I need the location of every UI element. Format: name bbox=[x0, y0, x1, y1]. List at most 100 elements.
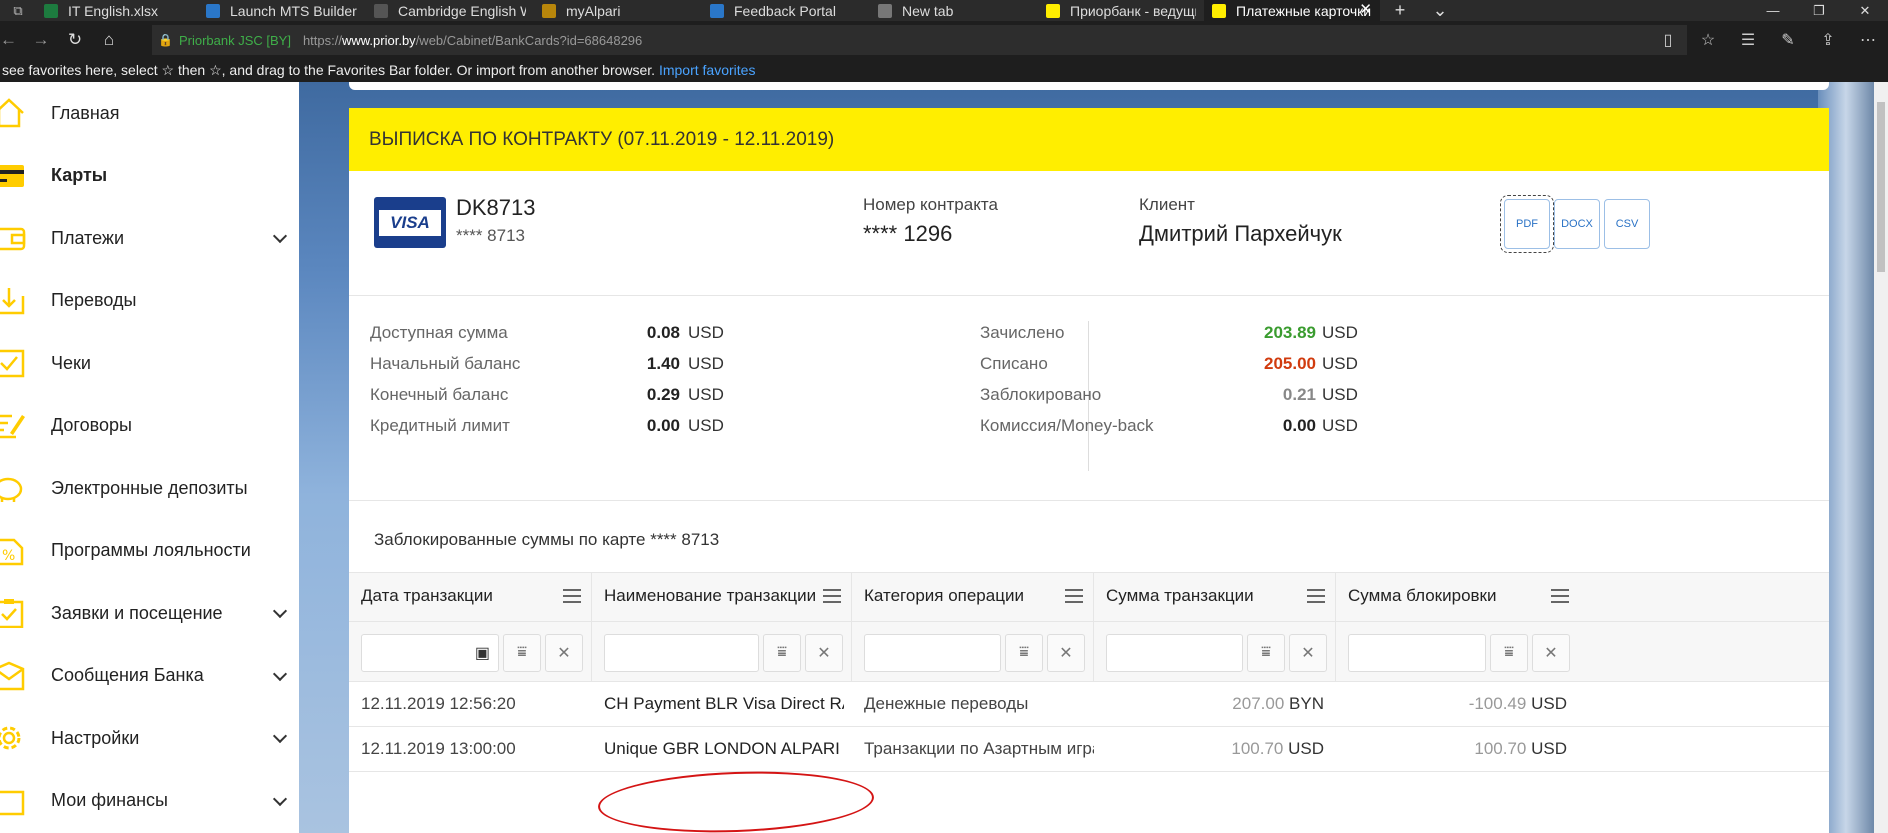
new-tab-icon[interactable]: + bbox=[1380, 0, 1420, 21]
sidebar-item-deposits[interactable]: Электронные депозиты bbox=[0, 457, 299, 520]
pen-icon[interactable]: ✎ bbox=[1768, 30, 1808, 50]
tab-myalpari[interactable]: myAlpari bbox=[534, 0, 702, 21]
finance-icon bbox=[0, 783, 30, 819]
tab-cambridge[interactable]: Cambridge English Write & bbox=[366, 0, 534, 21]
column-title: Наименование транзакции bbox=[604, 586, 817, 605]
column-header-name[interactable]: Наименование транзакции bbox=[592, 573, 852, 621]
summary-value: 0.08 bbox=[646, 323, 680, 342]
tab-mts-builder[interactable]: Launch MTS Builder to Dem bbox=[198, 0, 366, 21]
sidebar-item-payments[interactable]: Платежи bbox=[0, 207, 299, 270]
more-icon[interactable]: ⋯ bbox=[1848, 30, 1888, 50]
column-header-date[interactable]: Дата транзакции bbox=[349, 573, 592, 621]
tab-list-chevron-icon[interactable]: ⌄ bbox=[1420, 0, 1460, 21]
summary-label: Списано bbox=[980, 354, 1048, 373]
amount-filter-input[interactable] bbox=[1106, 634, 1243, 672]
contract-icon bbox=[0, 408, 30, 444]
reading-view-icon[interactable]: ▯ bbox=[1648, 30, 1688, 50]
column-menu-icon[interactable] bbox=[1065, 589, 1083, 603]
refresh-icon[interactable]: ↻ bbox=[58, 30, 92, 50]
column-header-category[interactable]: Категория операции bbox=[852, 573, 1094, 621]
chevron-down-icon[interactable] bbox=[272, 228, 288, 244]
sidebar-item-cards[interactable]: Карты bbox=[0, 145, 299, 208]
sidebar-item-loyalty[interactable]: % Программы лояльности bbox=[0, 520, 299, 583]
column-menu-icon[interactable] bbox=[823, 589, 841, 603]
sidebar-item-requests[interactable]: Заявки и посещение bbox=[0, 582, 299, 645]
chevron-down-icon[interactable] bbox=[272, 791, 288, 806]
minimize-icon[interactable]: — bbox=[1750, 0, 1796, 21]
gear-icon bbox=[0, 720, 30, 756]
column-header-block-amount[interactable]: Сумма блокировки bbox=[1336, 573, 1579, 621]
pdf-icon: PDF bbox=[1516, 218, 1538, 230]
summary-label: Доступная сумма bbox=[370, 323, 508, 342]
site-identity[interactable]: Priorbank JSC [BY] bbox=[179, 33, 291, 48]
export-pdf-button[interactable]: PDF bbox=[1500, 195, 1554, 253]
tab-payment-cards[interactable]: Платежные карточки ✕ bbox=[1204, 0, 1380, 21]
column-menu-icon[interactable] bbox=[1307, 589, 1325, 603]
tab-priorbank[interactable]: Приорбанк - ведущий ком bbox=[1038, 0, 1204, 21]
back-icon[interactable]: ← bbox=[0, 30, 17, 50]
check-icon bbox=[0, 345, 30, 381]
export-csv-button[interactable]: CSV bbox=[1604, 199, 1650, 249]
block-amount-filter-input[interactable] bbox=[1348, 634, 1486, 672]
url-field[interactable]: 🔒 Priorbank JSC [BY] https://www.prior.b… bbox=[152, 25, 1687, 55]
filter-icon[interactable]: ⩸ bbox=[503, 634, 541, 672]
export-docx-button[interactable]: DOCX bbox=[1554, 199, 1600, 249]
cell-category: Денежные переводы bbox=[864, 694, 1029, 713]
tab-title: Feedback Portal bbox=[734, 2, 836, 19]
clipboard-icon bbox=[0, 595, 30, 631]
filter-icon[interactable]: ⩸ bbox=[763, 634, 801, 672]
import-favorites-link[interactable]: Import favorites bbox=[659, 62, 755, 78]
summary-label: Кредитный лимит bbox=[370, 416, 510, 435]
tab-title: myAlpari bbox=[566, 2, 621, 19]
share-icon[interactable]: ⇪ bbox=[1808, 30, 1848, 50]
date-filter-input[interactable]: ▣ bbox=[361, 634, 499, 672]
address-bar: ← → ↻ ⌂ 🔒 Priorbank JSC [BY] https://www… bbox=[0, 21, 1888, 58]
filter-category: ⩸ ✕ bbox=[852, 622, 1094, 681]
sidebar-item-messages[interactable]: Сообщения Банка bbox=[0, 645, 299, 708]
page-scrollbar[interactable] bbox=[1874, 82, 1888, 833]
column-header-amount[interactable]: Сумма транзакции bbox=[1094, 573, 1336, 621]
forward-icon[interactable]: → bbox=[24, 30, 58, 50]
favorites-hub-icon[interactable]: ☰ bbox=[1728, 30, 1768, 50]
restore-icon[interactable]: ❐ bbox=[1796, 0, 1842, 21]
sidebar-item-finances[interactable]: Мои финансы bbox=[0, 770, 299, 833]
home-icon[interactable]: ⌂ bbox=[92, 30, 126, 50]
clear-filter-icon[interactable]: ✕ bbox=[805, 634, 843, 672]
chevron-down-icon[interactable] bbox=[272, 666, 288, 681]
credited-value: 203.89 bbox=[1264, 323, 1316, 342]
filter-icon[interactable]: ⩸ bbox=[1490, 634, 1528, 672]
filter-icon[interactable]: ⩸ bbox=[1247, 634, 1285, 672]
name-filter-input[interactable] bbox=[604, 634, 759, 672]
table-row[interactable]: 12.11.2019 12:56:20 CH Payment BLR Visa … bbox=[349, 682, 1829, 727]
clear-filter-icon[interactable]: ✕ bbox=[1532, 634, 1570, 672]
filter-icon[interactable]: ⩸ bbox=[1005, 634, 1043, 672]
sidebar-item-settings[interactable]: Настройки bbox=[0, 707, 299, 770]
tab-new[interactable]: New tab bbox=[870, 0, 1038, 21]
close-window-icon[interactable]: ✕ bbox=[1842, 0, 1888, 21]
scrollbar-thumb[interactable] bbox=[1877, 102, 1885, 272]
close-tab-icon[interactable]: ✕ bbox=[1359, 0, 1372, 18]
sidebar-item-contracts[interactable]: Договоры bbox=[0, 395, 299, 458]
chevron-down-icon[interactable] bbox=[272, 728, 288, 744]
table-row[interactable]: 12.11.2019 13:00:00 Unique GBR LONDON AL… bbox=[349, 727, 1829, 772]
calendar-icon[interactable]: ▣ bbox=[475, 643, 490, 663]
tab-it-english[interactable]: IT English.xlsx bbox=[36, 0, 198, 21]
sidebar-item-home[interactable]: Главная bbox=[0, 82, 299, 145]
clear-filter-icon[interactable]: ✕ bbox=[545, 634, 583, 672]
column-menu-icon[interactable] bbox=[1551, 589, 1569, 603]
window-controls: — ❐ ✕ bbox=[1750, 0, 1888, 21]
contract-label: Номер контракта bbox=[863, 195, 998, 214]
clear-filter-icon[interactable]: ✕ bbox=[1047, 634, 1085, 672]
sidebar-item-transfers[interactable]: Переводы bbox=[0, 270, 299, 333]
category-filter-input[interactable] bbox=[864, 634, 1001, 672]
clear-filter-icon[interactable]: ✕ bbox=[1289, 634, 1327, 672]
sidebar-item-receipts[interactable]: Чеки bbox=[0, 332, 299, 395]
chevron-down-icon[interactable] bbox=[272, 603, 288, 619]
filter-row: ▣ ⩸ ✕ ⩸ ✕ ⩸ ✕ ⩸ ✕ ⩸ ✕ bbox=[349, 622, 1829, 682]
tab-actions-icon[interactable]: ⧉ bbox=[0, 0, 36, 21]
newtab-icon bbox=[878, 3, 892, 18]
tab-feedback[interactable]: Feedback Portal bbox=[702, 0, 870, 21]
cell-amount: 207.00 BYN bbox=[1232, 694, 1324, 713]
favorite-star-icon[interactable]: ☆ bbox=[1688, 30, 1728, 50]
column-menu-icon[interactable] bbox=[563, 589, 581, 603]
